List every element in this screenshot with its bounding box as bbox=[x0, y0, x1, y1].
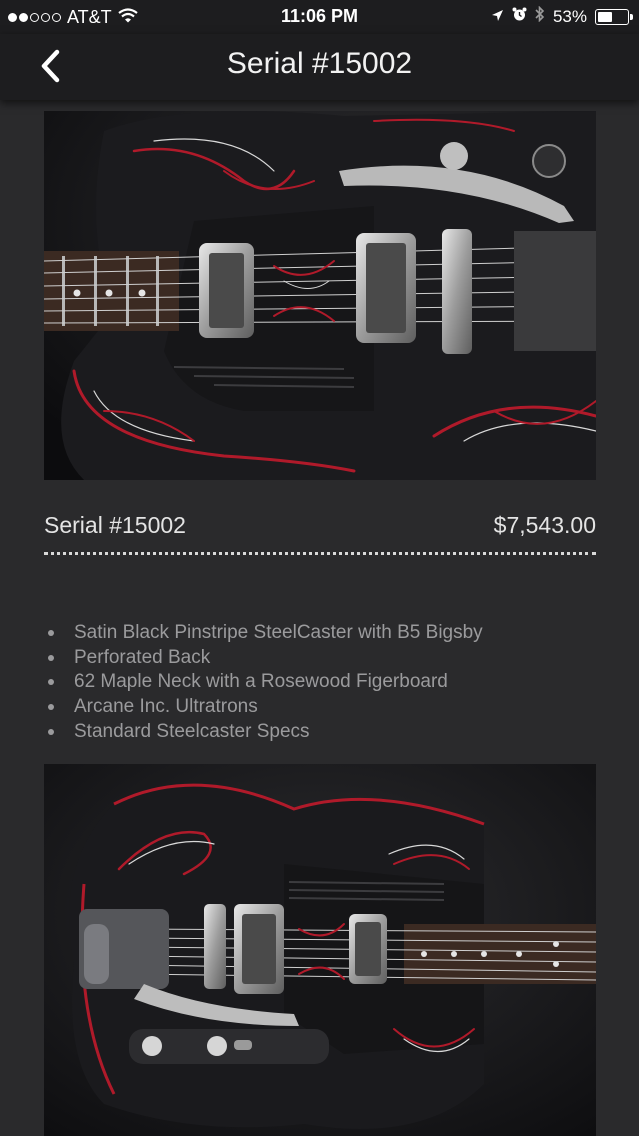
bullet-icon bbox=[48, 679, 54, 686]
spec-text: Perforated Back bbox=[74, 646, 211, 668]
location-arrow-icon bbox=[491, 7, 504, 27]
list-item: Satin Black Pinstripe SteelCaster with B… bbox=[48, 621, 483, 646]
list-item: Arcane Inc. Ultratrons bbox=[48, 695, 483, 720]
bluetooth-icon bbox=[535, 5, 545, 27]
list-item: Perforated Back bbox=[48, 646, 483, 671]
battery-level bbox=[598, 11, 613, 22]
alarm-icon bbox=[512, 7, 527, 27]
status-right: 53% bbox=[491, 5, 633, 27]
product-name: Serial #15002 bbox=[44, 512, 186, 538]
dotted-divider bbox=[44, 552, 596, 555]
product-summary: Serial #15002 $7,543.00 bbox=[44, 512, 596, 542]
guitar-closeup-photo bbox=[44, 111, 596, 480]
spec-text: Satin Black Pinstripe SteelCaster with B… bbox=[74, 622, 483, 644]
bullet-icon bbox=[48, 630, 54, 637]
bullet-icon bbox=[48, 654, 54, 661]
product-price: $7,543.00 bbox=[493, 512, 596, 538]
page-title: Serial #15002 bbox=[226, 47, 413, 80]
battery-icon bbox=[595, 8, 633, 25]
spec-text: 62 Maple Neck with a Rosewood Figerboard bbox=[74, 671, 448, 693]
list-item: Standard Steelcaster Specs bbox=[48, 719, 483, 744]
back-button[interactable] bbox=[30, 46, 70, 86]
guitar-full-body-photo bbox=[44, 764, 596, 1136]
status-bar: AT&T 11:06 PM 53% bbox=[0, 0, 639, 34]
spec-text: Arcane Inc. Ultratrons bbox=[74, 696, 258, 718]
bullet-icon bbox=[48, 728, 54, 735]
bullet-icon bbox=[48, 704, 54, 711]
spec-list: Satin Black Pinstripe SteelCaster with B… bbox=[48, 621, 483, 744]
battery-percent: 53% bbox=[552, 6, 587, 26]
navigation-bar: Serial #15002 bbox=[0, 34, 639, 100]
spec-text: Standard Steelcaster Specs bbox=[74, 720, 310, 742]
chevron-left-icon bbox=[41, 49, 60, 83]
list-item: 62 Maple Neck with a Rosewood Figerboard bbox=[48, 670, 483, 695]
